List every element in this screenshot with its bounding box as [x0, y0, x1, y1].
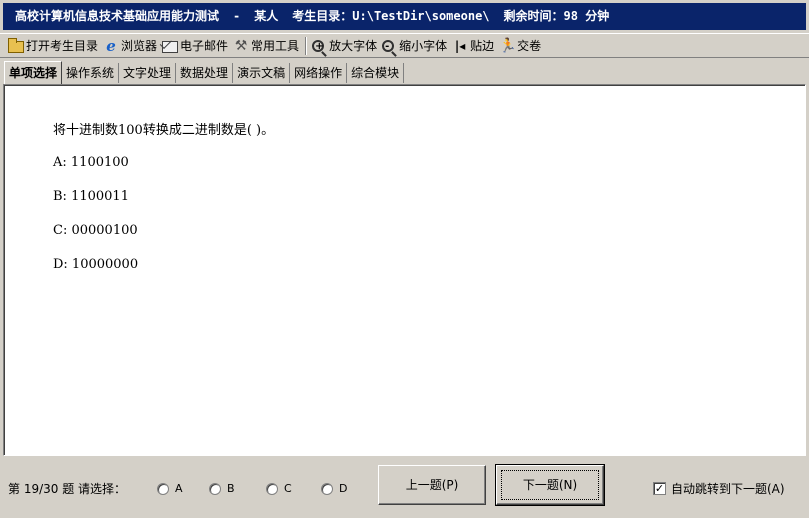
dock-edge-icon: |◂ — [454, 38, 466, 53]
examinee-dir: 考生目录：U:\TestDir\someone\ — [292, 9, 490, 23]
zoom-in-icon: + — [312, 39, 325, 52]
folder-icon — [8, 37, 24, 53]
choice-c-label: C — [284, 482, 292, 495]
dock-button[interactable]: |◂ 贴边 — [450, 35, 497, 57]
tools-icon: ⚒ — [234, 37, 248, 54]
question-panel: 将十进制数100转换成二进制数是( )。 A: 1100100 B: 11000… — [3, 84, 806, 456]
browser-button[interactable]: e 浏览器 — [101, 35, 160, 57]
tab-network[interactable]: 网络操作 — [290, 63, 348, 83]
choice-a-label: A — [175, 482, 183, 495]
checkbox-box: ✓ — [653, 482, 666, 495]
question-text: 将十进制数100转换成二进制数是( )。 — [53, 123, 275, 138]
choice-d-radio[interactable]: D — [321, 482, 347, 495]
tab-comprehensive[interactable]: 综合模块 — [347, 63, 405, 83]
radio-circle — [266, 482, 278, 495]
next-question-button[interactable]: 下一题(N) — [495, 464, 605, 506]
radio-circle — [209, 482, 221, 495]
ie-browser-icon: e — [106, 36, 116, 55]
option-c-text: C: 00000100 — [53, 223, 138, 238]
dock-label: 贴边 — [470, 39, 495, 53]
tab-operating-system[interactable]: 操作系统 — [62, 63, 120, 83]
email-label: 电子邮件 — [180, 39, 229, 53]
mail-icon — [162, 40, 179, 53]
checkmark-icon: ✓ — [654, 482, 665, 495]
question-progress: 第 19/30 题 请选择： — [8, 482, 127, 496]
open-dir-button[interactable]: 打开考生目录 — [6, 35, 101, 57]
choice-b-radio[interactable]: B — [209, 482, 235, 495]
email-button[interactable]: 电子邮件 — [160, 35, 231, 57]
examinee-name: 某人 — [254, 9, 279, 23]
zoom-in-label: 放大字体 — [329, 39, 378, 53]
tools-button[interactable]: ⚒ 常用工具 — [231, 35, 302, 57]
auto-next-label: 自动跳转到下一题(A) — [671, 482, 785, 496]
prev-question-button[interactable]: 上一题(P) — [378, 465, 486, 505]
zoom-out-icon: - — [382, 39, 395, 52]
option-a-text: A: 1100100 — [53, 155, 129, 170]
tab-single-choice[interactable]: 单项选择 — [4, 61, 63, 84]
submit-label: 交卷 — [517, 39, 542, 53]
option-b-text: B: 1100011 — [53, 189, 129, 204]
open-dir-label: 打开考生目录 — [26, 39, 99, 53]
zoom-out-button[interactable]: - 缩小字体 — [380, 35, 450, 57]
tools-label: 常用工具 — [251, 39, 300, 53]
title-bar-text: 高校计算机信息技术基础应用能力测试 - 某人 考生目录：U:\TestDir\some… — [3, 3, 806, 30]
auto-next-checkbox[interactable]: ✓ 自动跳转到下一题(A) — [653, 480, 785, 497]
choice-b-label: B — [227, 482, 235, 495]
module-tabs: 单项选择 操作系统 文字处理 数据处理 演示文稿 网络操作 综合模块 — [0, 59, 809, 84]
runner-icon: 🏃 — [499, 37, 517, 54]
browser-label: 浏览器 — [121, 39, 158, 53]
answer-bar: 第 19/30 题 请选择： A B C D 上一题(P) 下一题(N) ✓ 自… — [0, 458, 809, 518]
radio-circle — [321, 482, 333, 495]
focus-rect — [501, 470, 599, 500]
title-bar: 高校计算机信息技术基础应用能力测试 - 某人 考生目录：U:\TestDir\some… — [0, 0, 809, 33]
tab-word-processing[interactable]: 文字处理 — [119, 63, 177, 83]
exam-name: 高校计算机信息技术基础应用能力测试 — [15, 9, 220, 23]
tab-presentation[interactable]: 演示文稿 — [233, 63, 291, 83]
choice-c-radio[interactable]: C — [266, 482, 292, 495]
zoom-out-label: 缩小字体 — [399, 39, 448, 53]
title-separator: - — [233, 9, 241, 23]
time-remaining: 剩余时间：98 分钟 — [503, 9, 610, 23]
radio-circle — [157, 482, 169, 495]
choice-d-label: D — [339, 482, 348, 495]
choice-a-radio[interactable]: A — [157, 482, 183, 495]
zoom-in-button[interactable]: + 放大字体 — [310, 35, 380, 57]
toolbar: 打开考生目录 e 浏览器 电子邮件 ⚒ 常用工具 + 放大字体 - 缩小字体 |… — [0, 33, 809, 58]
option-d-text: D: 10000000 — [53, 257, 139, 272]
submit-button[interactable]: 🏃 交卷 — [497, 35, 544, 57]
toolbar-separator — [305, 36, 308, 55]
tab-data-processing[interactable]: 数据处理 — [176, 63, 234, 83]
